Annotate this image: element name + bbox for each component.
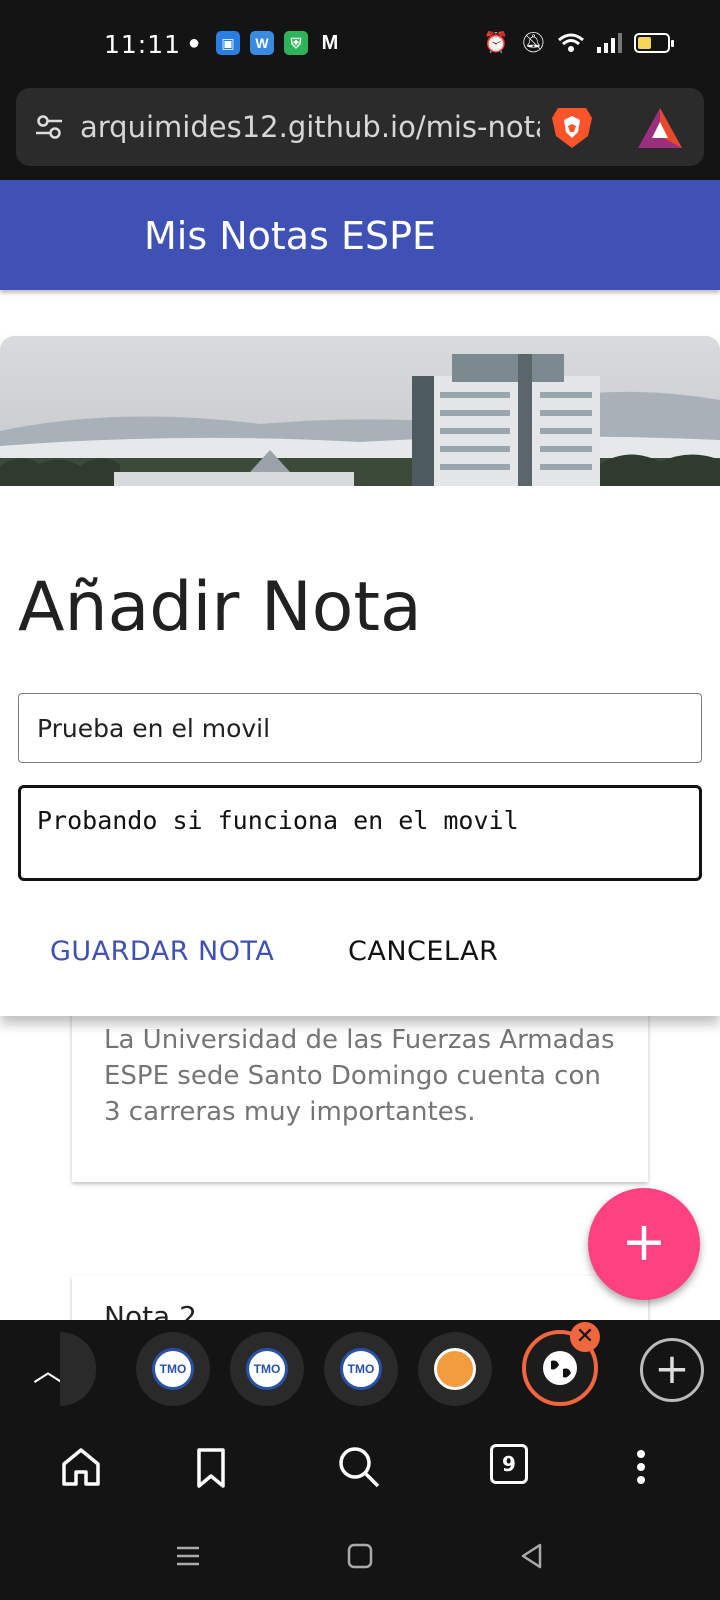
note-text: La Universidad de las Fuerzas Armadas ES… (104, 1025, 615, 1127)
note-title-input[interactable] (18, 693, 702, 763)
brave-rewards-icon[interactable] (636, 106, 684, 150)
system-navigation-bar (0, 1518, 720, 1600)
browser-toolbar: arquimides12.github.io/mis-notas (0, 86, 720, 180)
save-note-button[interactable]: GUARDAR NOTA (50, 936, 274, 967)
back-icon[interactable] (518, 1542, 546, 1570)
add-note-fab[interactable]: + (588, 1188, 700, 1300)
new-tab-button[interactable]: + (640, 1338, 704, 1402)
gmail-icon: M (321, 31, 339, 54)
tmo-icon: TMO (152, 1348, 194, 1390)
tab-thumbnail[interactable]: TMO (230, 1332, 304, 1406)
site-favicon-icon (434, 1348, 476, 1390)
dialog-title: Añadir Nota (18, 568, 422, 647)
mute-icon: 🔕︎ (520, 32, 546, 54)
app-title: Mis Notas ESPE (144, 214, 437, 258)
tab-thumbnail[interactable]: TMO (136, 1332, 210, 1406)
tab-strip: ︿ TMO TMO TMO ✕ + (0, 1320, 720, 1418)
bookmark-icon[interactable] (186, 1442, 236, 1492)
tab-thumbnail[interactable] (418, 1332, 492, 1406)
w-app-icon: W (250, 31, 274, 55)
tab-thumbnail[interactable]: TMO (324, 1332, 398, 1406)
brave-shields-icon[interactable] (548, 102, 596, 152)
cancel-button[interactable]: CANCELAR (348, 936, 498, 967)
alarm-icon: ⏰ (483, 32, 509, 54)
add-note-dialog: Añadir Nota Probando si funciona en el m… (0, 336, 720, 1016)
url-text[interactable]: arquimides12.github.io/mis-notas (80, 110, 540, 146)
tab-thumbnail[interactable] (60, 1332, 96, 1406)
wifi-icon (558, 33, 584, 52)
clock: 11:11 (104, 30, 182, 59)
system-icons: ⏰ 🔕︎ (483, 30, 674, 55)
globe-icon (543, 1351, 577, 1385)
site-settings-icon[interactable] (34, 112, 64, 142)
more-options-icon[interactable] (616, 1442, 666, 1492)
browser-bottom-nav: 9 (0, 1418, 720, 1518)
home-icon[interactable] (56, 1442, 106, 1492)
address-bar[interactable]: arquimides12.github.io/mis-notas (16, 88, 704, 166)
battery-icon (634, 32, 674, 53)
app-bar: Mis Notas ESPE (0, 180, 720, 290)
campus-header-image (0, 336, 720, 486)
status-bar: 11:11 ● ▣ W ⛨ M ⏰ 🔕︎ (0, 0, 720, 86)
recent-apps-icon[interactable] (174, 1542, 202, 1570)
shield-icon: ⛨ (284, 31, 308, 55)
battery-level (638, 36, 651, 49)
close-tab-icon[interactable]: ✕ (570, 1322, 600, 1352)
tabs-count-button[interactable]: 9 (490, 1444, 528, 1484)
signal-icon (597, 32, 622, 53)
tmo-icon: TMO (340, 1348, 382, 1390)
notification-icons: ● ▣ W ⛨ M (182, 31, 342, 55)
vpn-icon: ▣ (216, 31, 240, 55)
tmo-icon: TMO (246, 1348, 288, 1390)
note-body-input[interactable]: Probando si funciona en el movil (18, 785, 702, 881)
messenger-icon: ● (187, 31, 201, 54)
home-button-icon[interactable] (346, 1542, 374, 1570)
search-icon[interactable] (334, 1442, 384, 1492)
